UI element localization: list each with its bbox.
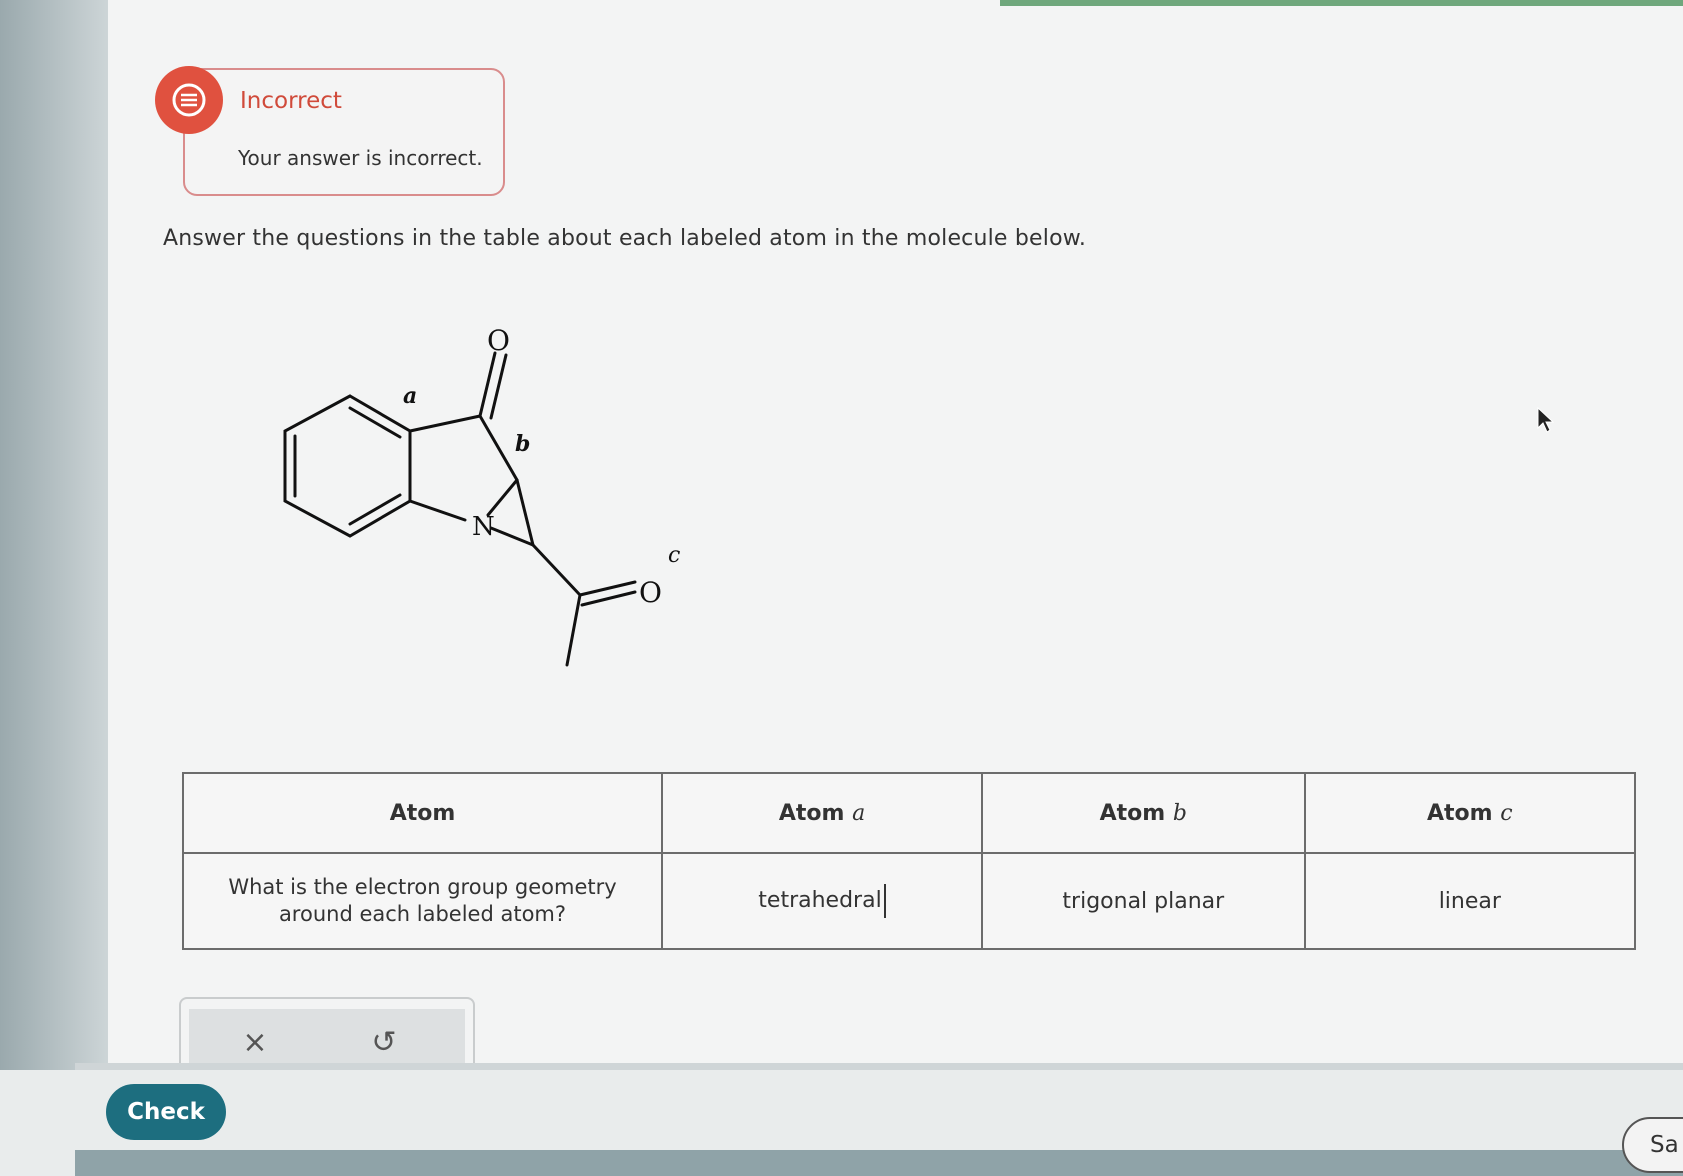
answer-a-input[interactable]: tetrahedral (758, 888, 881, 913)
header-atom-c: Atom c (1303, 772, 1637, 854)
oxygen-top-label: O (487, 324, 510, 357)
answer-b-cell[interactable]: trigonal planar (981, 852, 1306, 950)
mouse-pointer-icon (1537, 406, 1555, 433)
footer-edge (75, 1150, 1683, 1176)
atom-b-label: b (515, 431, 530, 457)
feedback-box (183, 68, 505, 196)
answer-c-input[interactable]: linear (1439, 889, 1501, 914)
check-button[interactable]: Check (106, 1084, 226, 1140)
answer-c-cell[interactable]: linear (1303, 852, 1637, 950)
close-icon[interactable]: × (235, 1025, 275, 1060)
text-cursor (883, 884, 886, 918)
nitrogen-label: N (472, 512, 495, 542)
table-header-row: Atom Atom a Atom b Atom c (182, 772, 1637, 854)
molecule-structure: O N O a b c (283, 324, 680, 667)
atom-a-label: a (403, 383, 417, 409)
question-prompt: Answer the questions in the table about … (163, 226, 1087, 251)
atom-c-label: c (668, 543, 680, 568)
oxygen-right-label: O (639, 576, 662, 609)
header-atom: Atom (182, 772, 663, 854)
feedback-title: Incorrect (240, 88, 342, 114)
benzene-ring (283, 394, 412, 538)
feedback-chat-icon (155, 66, 223, 134)
answer-b-input[interactable]: trigonal planar (1062, 889, 1224, 914)
row-question: What is the electron group geometry arou… (182, 852, 663, 950)
save-button[interactable]: Sa (1622, 1117, 1683, 1173)
table-row: What is the electron group geometry arou… (182, 852, 1637, 950)
feedback-message: Your answer is incorrect. (238, 146, 483, 170)
left-background-strip (0, 0, 108, 1176)
header-atom-a: Atom a (660, 772, 984, 854)
progress-bar (1000, 0, 1683, 6)
undo-icon[interactable]: ↺ (364, 1025, 404, 1060)
answer-table: Atom Atom a Atom b Atom c What is the el… (182, 772, 1637, 950)
header-atom-b: Atom b (981, 772, 1306, 854)
answer-a-cell[interactable]: tetrahedral (660, 852, 984, 950)
